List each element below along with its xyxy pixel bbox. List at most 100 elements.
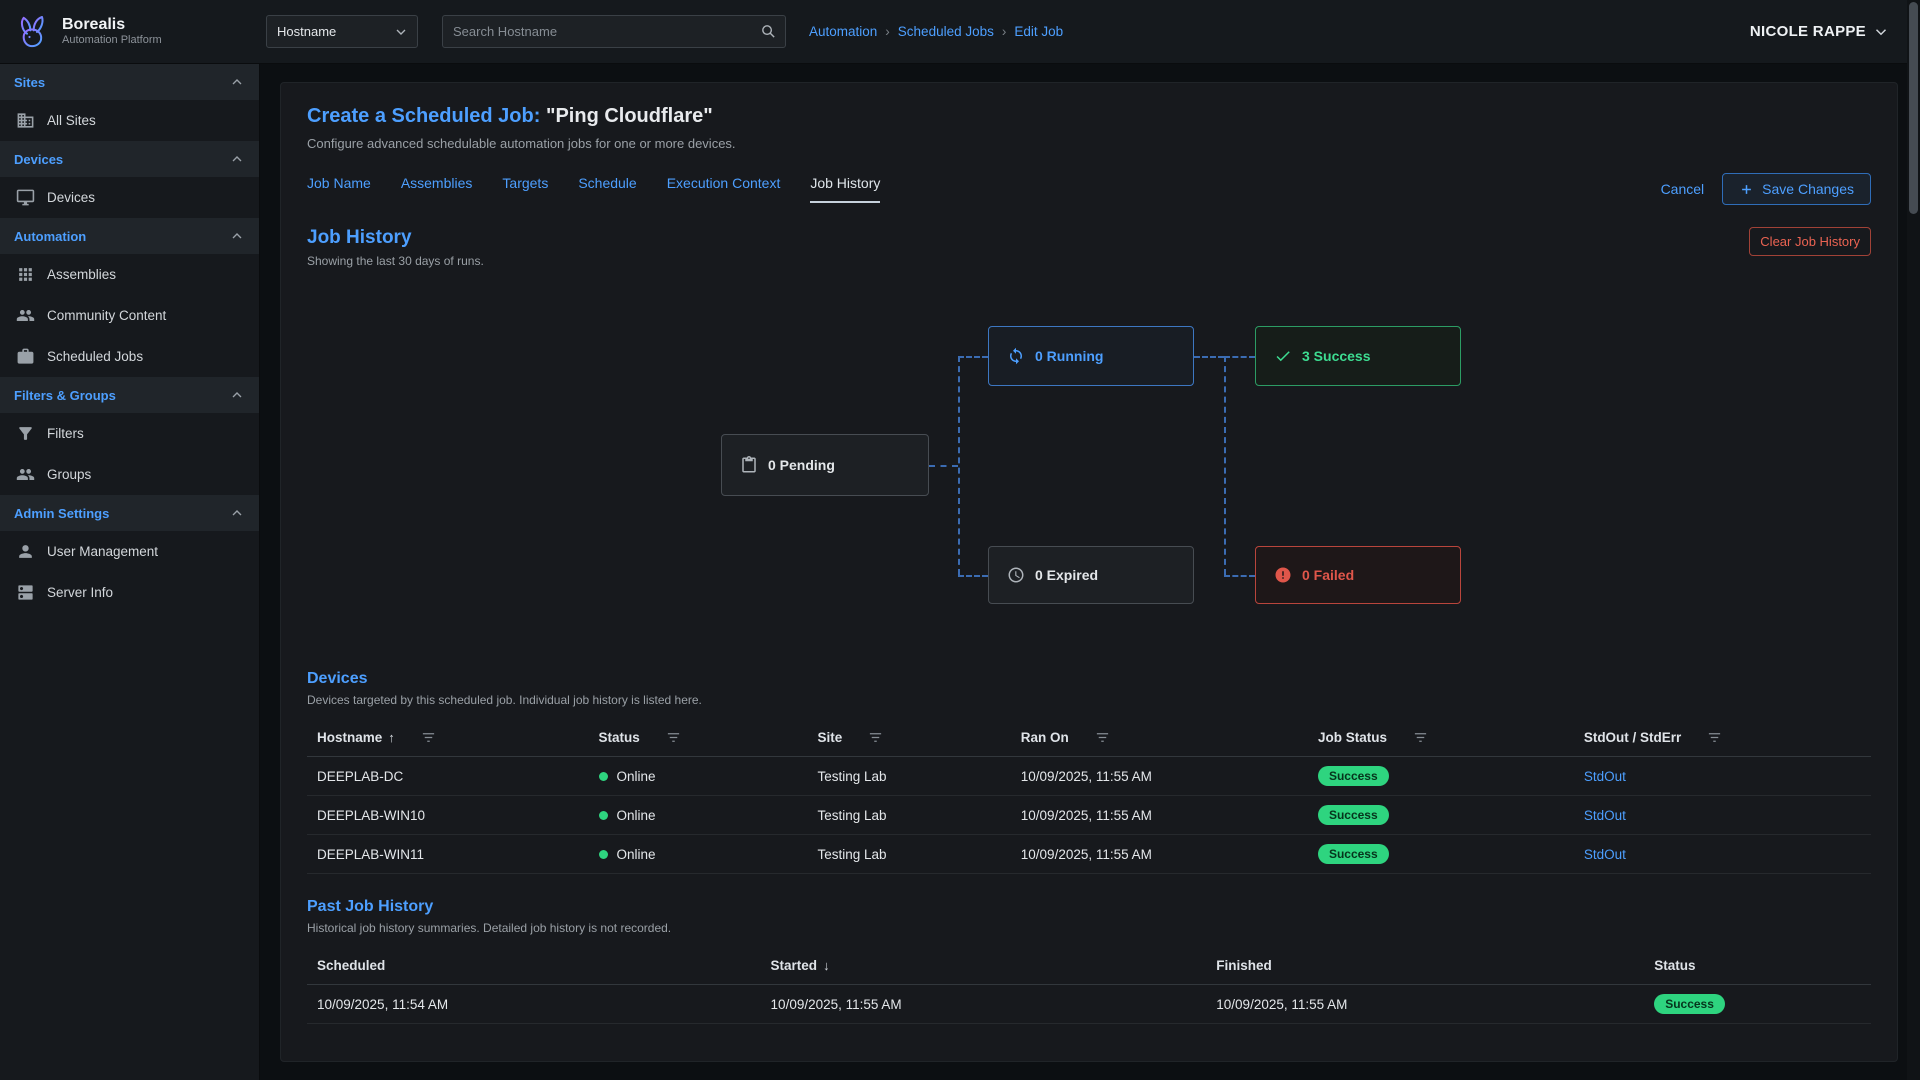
search-icon[interactable] bbox=[760, 23, 777, 40]
sidebar-item-scheduled-jobs[interactable]: Scheduled Jobs bbox=[0, 336, 259, 377]
sidebar-item-groups[interactable]: Groups bbox=[0, 454, 259, 495]
filter-list-icon[interactable] bbox=[666, 730, 681, 745]
tab-actions: Cancel Save Changes bbox=[1661, 173, 1871, 205]
save-changes-button[interactable]: Save Changes bbox=[1722, 173, 1871, 205]
tab-assemblies[interactable]: Assemblies bbox=[401, 175, 473, 203]
sidebar-section-filters-groups[interactable]: Filters & Groups bbox=[0, 377, 259, 413]
past-table-header-row: Scheduled Started ↓ Finished Status bbox=[307, 947, 1871, 985]
breadcrumb-separator: › bbox=[1002, 24, 1007, 39]
tab-schedule[interactable]: Schedule bbox=[578, 175, 636, 203]
filter-list-icon[interactable] bbox=[868, 730, 883, 745]
filter-list-icon[interactable] bbox=[1095, 730, 1110, 745]
sidebar-item-devices[interactable]: Devices bbox=[0, 177, 259, 218]
table-row[interactable]: DEEPLAB-DC Online Testing Lab 10/09/2025… bbox=[307, 757, 1871, 796]
online-dot bbox=[599, 850, 608, 859]
plus-icon bbox=[1739, 182, 1754, 197]
user-menu[interactable]: NICOLE RAPPE bbox=[1750, 23, 1890, 41]
chevron-up-icon bbox=[229, 74, 245, 90]
scrollbar-thumb[interactable] bbox=[1909, 2, 1918, 214]
sidebar-item-community-content[interactable]: Community Content bbox=[0, 295, 259, 336]
people-icon bbox=[16, 306, 35, 325]
grid-icon bbox=[16, 265, 35, 284]
page-subtitle: Configure advanced schedulable automatio… bbox=[307, 136, 1871, 151]
table-row[interactable]: DEEPLAB-WIN10 Online Testing Lab 10/09/2… bbox=[307, 796, 1871, 835]
sidebar-section-devices[interactable]: Devices bbox=[0, 141, 259, 177]
groups-icon bbox=[16, 465, 35, 484]
flow-box-failed: 0 Failed bbox=[1255, 546, 1461, 604]
flow-box-running: 0 Running bbox=[988, 326, 1194, 386]
cell-ran-on: 10/09/2025, 11:55 AM bbox=[1011, 796, 1308, 835]
sidebar-section-label: Devices bbox=[14, 152, 63, 167]
breadcrumb-edit-job[interactable]: Edit Job bbox=[1014, 24, 1063, 39]
col-started: Started bbox=[771, 958, 818, 973]
sidebar-section-automation[interactable]: Automation bbox=[0, 218, 259, 254]
filter-list-icon[interactable] bbox=[1413, 730, 1428, 745]
brand-subtitle: Automation Platform bbox=[62, 34, 162, 47]
flow-connector bbox=[1224, 575, 1255, 577]
cancel-button[interactable]: Cancel bbox=[1661, 181, 1705, 197]
col-scheduled: Scheduled bbox=[317, 958, 385, 973]
col-ran-on: Ran On bbox=[1021, 730, 1069, 745]
flow-pending-label: 0 Pending bbox=[768, 457, 835, 473]
stdout-link[interactable]: StdOut bbox=[1584, 847, 1626, 862]
cell-hostname: DEEPLAB-WIN10 bbox=[307, 796, 589, 835]
hostname-select[interactable]: Hostname bbox=[266, 15, 418, 48]
brand: Borealis Automation Platform bbox=[0, 12, 260, 52]
sidebar-item-filters[interactable]: Filters bbox=[0, 413, 259, 454]
flow-success-label: 3 Success bbox=[1302, 348, 1371, 364]
cell-hostname: DEEPLAB-DC bbox=[307, 757, 589, 796]
flow-failed-label: 0 Failed bbox=[1302, 567, 1354, 583]
flow-expired-label: 0 Expired bbox=[1035, 567, 1098, 583]
sidebar-section-sites[interactable]: Sites bbox=[0, 64, 259, 100]
job-status-flow: 0 Pending 0 Running 3 Success 0 Expired bbox=[307, 274, 1871, 646]
sync-icon bbox=[1007, 347, 1025, 365]
sidebar-item-assemblies[interactable]: Assemblies bbox=[0, 254, 259, 295]
tab-targets[interactable]: Targets bbox=[502, 175, 548, 203]
cell-ran-on: 10/09/2025, 11:55 AM bbox=[1011, 757, 1308, 796]
breadcrumb-scheduled-jobs[interactable]: Scheduled Jobs bbox=[898, 24, 994, 39]
sidebar-item-server-info[interactable]: Server Info bbox=[0, 572, 259, 613]
online-dot bbox=[599, 811, 608, 820]
search-input[interactable] bbox=[453, 24, 760, 39]
cell-finished: 10/09/2025, 11:55 AM bbox=[1206, 985, 1644, 1024]
page-title-job-name: "Ping Cloudflare" bbox=[546, 105, 713, 127]
monitor-icon bbox=[16, 188, 35, 207]
chevron-up-icon bbox=[229, 387, 245, 403]
hostname-select-value: Hostname bbox=[277, 24, 336, 39]
tab-job-name[interactable]: Job Name bbox=[307, 175, 371, 203]
col-job-status: Job Status bbox=[1318, 730, 1387, 745]
past-job-history-subheading: Historical job history summaries. Detail… bbox=[307, 921, 1871, 935]
clipboard-icon bbox=[740, 456, 758, 474]
flow-connector bbox=[1194, 356, 1224, 358]
table-row[interactable]: DEEPLAB-WIN11 Online Testing Lab 10/09/2… bbox=[307, 835, 1871, 874]
filter-list-icon[interactable] bbox=[421, 730, 436, 745]
tab-execution-context[interactable]: Execution Context bbox=[667, 175, 781, 203]
breadcrumb-automation[interactable]: Automation bbox=[809, 24, 877, 39]
sidebar-item-label: Community Content bbox=[47, 308, 166, 323]
topbar: Borealis Automation Platform Hostname Au… bbox=[0, 0, 1920, 64]
tab-job-history[interactable]: Job History bbox=[810, 175, 880, 203]
sort-desc-icon[interactable]: ↓ bbox=[823, 958, 830, 973]
sidebar-item-user-management[interactable]: User Management bbox=[0, 531, 259, 572]
sidebar-section-admin-settings[interactable]: Admin Settings bbox=[0, 495, 259, 531]
chevron-up-icon bbox=[229, 228, 245, 244]
page-title: Create a Scheduled Job: "Ping Cloudflare… bbox=[307, 105, 1871, 128]
stdout-link[interactable]: StdOut bbox=[1584, 808, 1626, 823]
scrollbar[interactable] bbox=[1907, 0, 1920, 1080]
save-changes-label: Save Changes bbox=[1762, 181, 1854, 197]
sidebar-item-all-sites[interactable]: All Sites bbox=[0, 100, 259, 141]
sidebar-item-label: Server Info bbox=[47, 585, 113, 600]
sort-asc-icon[interactable]: ↑ bbox=[388, 730, 395, 745]
online-dot bbox=[599, 772, 608, 781]
cell-started: 10/09/2025, 11:55 AM bbox=[761, 985, 1207, 1024]
stdout-link[interactable]: StdOut bbox=[1584, 769, 1626, 784]
building-icon bbox=[16, 111, 35, 130]
check-icon bbox=[1274, 347, 1292, 365]
filter-icon bbox=[16, 424, 35, 443]
filter-list-icon[interactable] bbox=[1707, 730, 1722, 745]
clear-job-history-button[interactable]: Clear Job History bbox=[1749, 227, 1871, 256]
devices-table-header-row: Hostname ↑ Status Site bbox=[307, 719, 1871, 757]
table-row[interactable]: 10/09/2025, 11:54 AM 10/09/2025, 11:55 A… bbox=[307, 985, 1871, 1024]
sidebar-section-label: Automation bbox=[14, 229, 86, 244]
flow-box-success: 3 Success bbox=[1255, 326, 1461, 386]
